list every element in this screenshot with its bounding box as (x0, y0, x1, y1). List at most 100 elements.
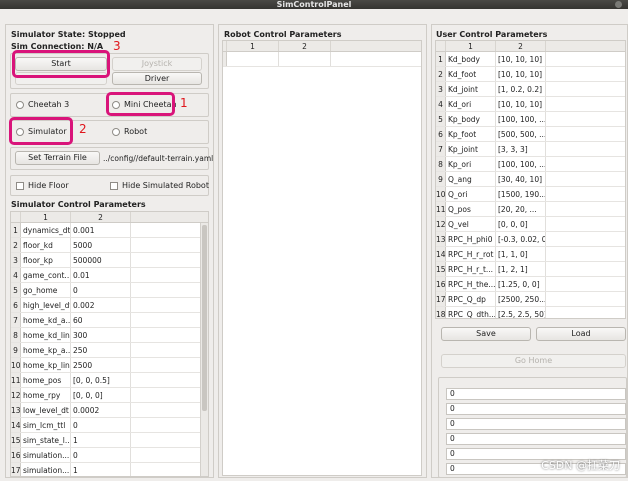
table-row[interactable]: 1 Kd_body [10, 10, 10] (436, 52, 625, 67)
table-row[interactable]: 5 go_home 0 (11, 283, 208, 298)
table-row[interactable]: 2 floor_kd 5000 (11, 238, 208, 253)
param-value-cell[interactable]: [1, 2, 1] (496, 262, 546, 276)
param-name-cell[interactable]: high_level_dt (21, 298, 71, 312)
table-row[interactable]: 5 Kp_body [100, 100, ... (436, 112, 625, 127)
table-row[interactable]: 13 RPC_H_phi0 [-0.3, 0.02, 0] (436, 232, 625, 247)
table-row[interactable]: 18 RPC_Q_dth... [2.5, 2.5, 50] (436, 307, 625, 318)
param-name-cell[interactable]: Q_vel (446, 217, 496, 231)
param-name-cell[interactable]: home_kp_lin (21, 358, 71, 372)
column-header[interactable]: 2 (496, 41, 546, 51)
hide-simulated-robot-checkbox[interactable]: Hide Simulated Robot (110, 181, 209, 190)
param-value-cell[interactable]: [10, 10, 10] (496, 97, 546, 111)
save-button[interactable]: Save (441, 327, 531, 341)
table-row[interactable]: 12 Q_vel [0, 0, 0] (436, 217, 625, 232)
table-row[interactable]: 17 simulation... 1 (11, 463, 208, 476)
param-value-cell[interactable]: [1, 0.2, 0.2] (496, 82, 546, 96)
param-value-cell[interactable]: 250 (71, 343, 131, 357)
param-name-cell[interactable]: RPC_H_r_rot (446, 247, 496, 261)
param-name-cell[interactable]: home_pos (21, 373, 71, 387)
param-name-cell[interactable]: Kp_foot (446, 127, 496, 141)
table-row[interactable]: 7 home_kd_a... 60 (11, 313, 208, 328)
param-name-cell[interactable]: Kp_joint (446, 142, 496, 156)
param-name-cell[interactable]: Kp_body (446, 112, 496, 126)
param-name-cell[interactable]: sim_lcm_ttl (21, 418, 71, 432)
table-row[interactable]: 11 Q_pos [20, 20, ... (436, 202, 625, 217)
column-header[interactable]: 2 (71, 212, 131, 222)
param-name-cell[interactable]: RPC_H_r_t... (446, 262, 496, 276)
param-name-cell[interactable]: home_rpy (21, 388, 71, 402)
table-row[interactable]: 10 home_kp_lin 2500 (11, 358, 208, 373)
param-value-cell[interactable]: 500000 (71, 253, 131, 267)
table-row[interactable]: 14 sim_lcm_ttl 0 (11, 418, 208, 433)
table-row[interactable]: 9 Q_ang [30, 40, 10] (436, 172, 625, 187)
joystick-button[interactable]: Joystick (112, 57, 202, 71)
param-name-cell[interactable]: Kd_ori (446, 97, 496, 111)
value-field[interactable]: 0 (446, 388, 626, 400)
set-terrain-button[interactable]: Set Terrain File (15, 151, 100, 165)
param-value-cell[interactable]: 5000 (71, 238, 131, 252)
param-value-cell[interactable]: [2.5, 2.5, 50] (496, 307, 546, 318)
param-value-cell[interactable]: [0, 0, 0] (71, 388, 131, 402)
param-name-cell[interactable]: RPC_Q_dth... (446, 307, 496, 318)
table-row[interactable]: 15 sim_state_l... 1 (11, 433, 208, 448)
param-value-cell[interactable]: [1500, 190... (496, 187, 546, 201)
param-name-cell[interactable]: Q_ang (446, 172, 496, 186)
scrollbar-thumb[interactable] (202, 225, 207, 411)
param-name-cell[interactable]: sim_state_l... (21, 433, 71, 447)
param-value-cell[interactable]: [100, 100, ... (496, 157, 546, 171)
table-row[interactable]: 13 low_level_dt 0.0002 (11, 403, 208, 418)
param-name-cell[interactable]: Kd_body (446, 52, 496, 66)
param-name-cell[interactable]: Kd_joint (446, 82, 496, 96)
param-name-cell[interactable]: RPC_H_phi0 (446, 232, 496, 246)
param-value-cell[interactable]: [10, 10, 10] (496, 52, 546, 66)
param-value-cell[interactable]: 1 (71, 463, 131, 476)
param-value-cell[interactable]: [3, 3, 3] (496, 142, 546, 156)
param-value-cell[interactable]: [100, 100, ... (496, 112, 546, 126)
param-value-cell[interactable]: 0.002 (71, 298, 131, 312)
param-value-cell[interactable]: 0 (71, 283, 131, 297)
param-value-cell[interactable]: [20, 20, ... (496, 202, 546, 216)
table-row[interactable]: 4 Kd_ori [10, 10, 10] (436, 97, 625, 112)
table-row[interactable]: 8 Kp_ori [100, 100, ... (436, 157, 625, 172)
param-value-cell[interactable]: 0.001 (71, 223, 131, 237)
robot-radio[interactable]: Robot (112, 127, 147, 136)
table-row[interactable]: 2 Kd_foot [10, 10, 10] (436, 67, 625, 82)
column-header[interactable]: 1 (227, 41, 279, 51)
table-row[interactable]: 16 RPC_H_the... [1.25, 0, 0] (436, 277, 625, 292)
param-name-cell[interactable]: Q_pos (446, 202, 496, 216)
table-row[interactable]: 12 home_rpy [0, 0, 0] (11, 388, 208, 403)
value-field[interactable]: 0 (446, 418, 626, 430)
column-header[interactable]: 2 (279, 41, 331, 51)
param-value-cell[interactable]: [500, 500, ... (496, 127, 546, 141)
param-name-cell[interactable]: Kd_foot (446, 67, 496, 81)
param-value-cell[interactable]: [1.25, 0, 0] (496, 277, 546, 291)
param-value-cell[interactable]: 1 (71, 433, 131, 447)
param-name-cell[interactable]: simulation... (21, 463, 71, 476)
param-name-cell[interactable]: Kp_ori (446, 157, 496, 171)
column-header[interactable]: 1 (446, 41, 496, 51)
table-row[interactable]: 4 game_cont... 0.01 (11, 268, 208, 283)
table-row[interactable]: 14 RPC_H_r_rot [1, 1, 0] (436, 247, 625, 262)
window-close-icon[interactable] (615, 1, 622, 8)
param-value-cell[interactable]: [30, 40, 10] (496, 172, 546, 186)
table-row[interactable]: 15 RPC_H_r_t... [1, 2, 1] (436, 262, 625, 277)
param-name-cell[interactable]: home_kd_a... (21, 313, 71, 327)
param-value-cell[interactable]: [0, 0, 0] (496, 217, 546, 231)
table-row[interactable]: 11 home_pos [0, 0, 0.5] (11, 373, 208, 388)
table-row[interactable]: 6 high_level_dt 0.002 (11, 298, 208, 313)
param-name-cell[interactable]: go_home (21, 283, 71, 297)
param-value-cell[interactable]: 300 (71, 328, 131, 342)
param-value-cell[interactable]: 60 (71, 313, 131, 327)
column-header[interactable]: 1 (21, 212, 71, 222)
param-value-cell[interactable]: 0 (71, 418, 131, 432)
param-value-cell[interactable]: [0, 0, 0.5] (71, 373, 131, 387)
param-name-cell[interactable]: dynamics_dt (21, 223, 71, 237)
param-name-cell[interactable]: home_kd_lin (21, 328, 71, 342)
param-value-cell[interactable]: [-0.3, 0.02, 0] (496, 232, 546, 246)
driver-button[interactable]: Driver (112, 72, 202, 85)
table-row[interactable]: 9 home_kp_a... 250 (11, 343, 208, 358)
param-name-cell[interactable]: Q_ori (446, 187, 496, 201)
param-value-cell[interactable]: [1, 1, 0] (496, 247, 546, 261)
hide-floor-checkbox[interactable]: Hide Floor (16, 181, 69, 190)
param-name-cell[interactable]: RPC_H_the... (446, 277, 496, 291)
